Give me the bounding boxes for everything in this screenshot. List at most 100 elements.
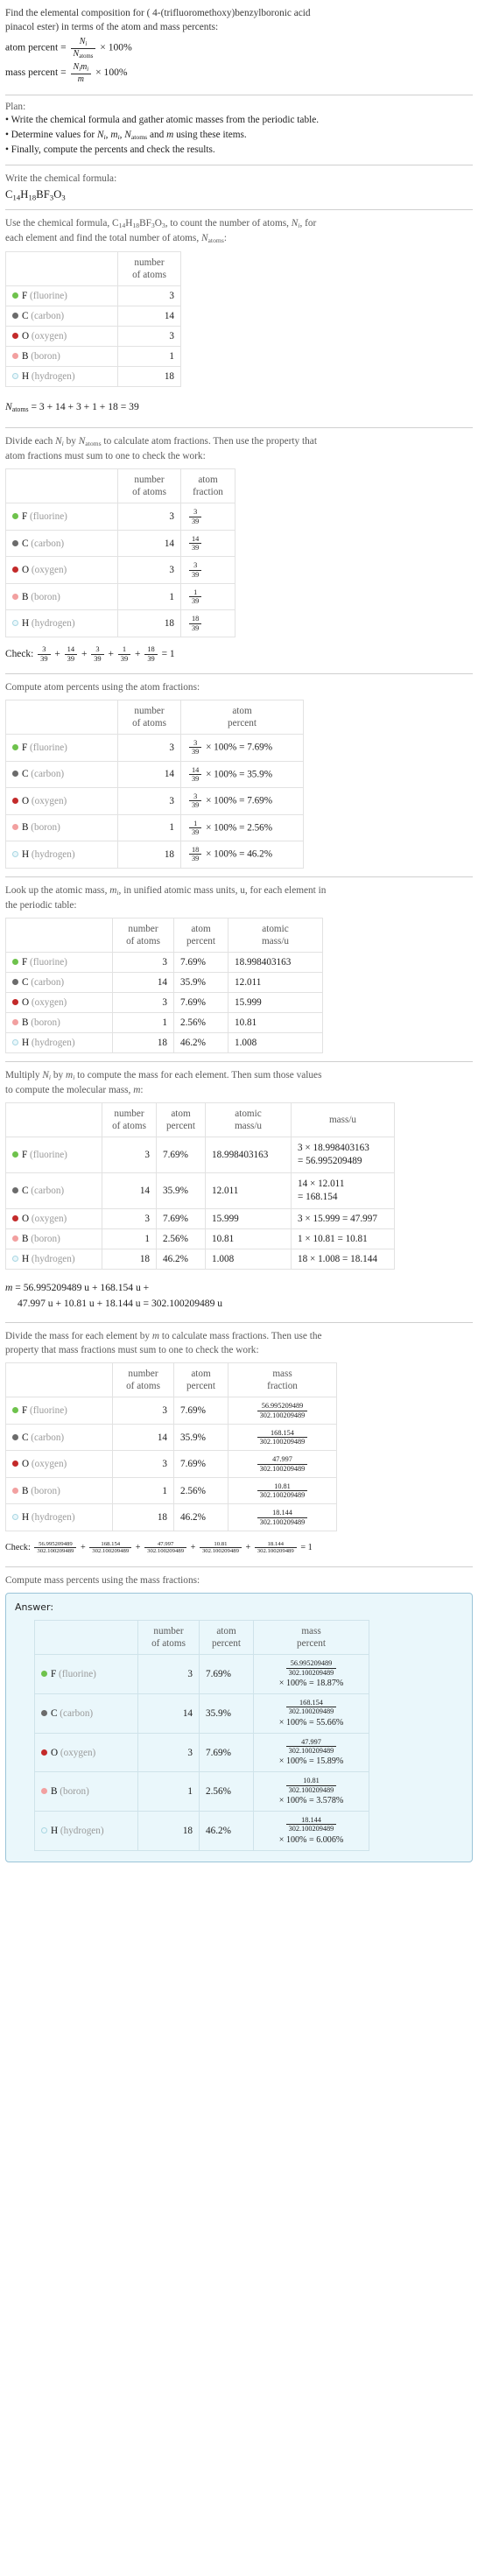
atom-count-value: 3: [117, 503, 181, 531]
header-number-of-atoms: number of atoms: [112, 1362, 174, 1398]
fraction-denominator: 39: [91, 653, 104, 663]
fraction-numerator: 168.154: [101, 1540, 121, 1547]
table-row: B (boron) 1: [5, 346, 181, 367]
element-color-dot-h: [12, 1256, 18, 1263]
element-color-dot-c: [12, 313, 18, 319]
element-cell-c: C (carbon): [34, 1693, 138, 1734]
header-line2: mass/u: [261, 935, 290, 947]
header-atom-percent: atom percent: [173, 917, 228, 953]
header-number-of-atoms: number of atoms: [117, 468, 181, 504]
mass-percent-table-body: F (fluorine) 3 7.69% 56.995209489 302.100…: [34, 1654, 369, 1851]
atom-percent-value: 2.56%: [173, 1011, 228, 1033]
fraction: 18 39: [189, 615, 202, 632]
element-name: (oxygen): [31, 565, 67, 576]
mass-expression: 1 × 10.81 = 10.81: [291, 1228, 395, 1250]
element-name: (boron): [60, 1786, 89, 1798]
header-line1: atomic: [262, 923, 289, 934]
fraction-denominator: 39: [189, 800, 202, 809]
element-symbol: C: [22, 1186, 29, 1197]
atom-count-value: 3: [112, 951, 174, 973]
header-line1: number: [134, 475, 165, 486]
answer-label: Answer:: [15, 1601, 54, 1614]
mass-percent-denominator: m: [70, 73, 92, 84]
fraction-numerator: 168.154: [299, 1699, 323, 1707]
fraction-denominator: 302.100209489: [285, 1707, 337, 1715]
element-cell-h: H (hydrogen): [34, 1810, 138, 1851]
header-line2: of atoms: [132, 270, 166, 280]
fraction-numerator: 3: [193, 792, 198, 801]
fraction-numerator: 14: [192, 765, 200, 774]
element-symbol: C: [22, 538, 29, 549]
fraction: 1 39: [189, 588, 202, 606]
fraction-numerator: 47.997: [301, 1737, 321, 1746]
element-color-dot-h: [12, 373, 18, 379]
header-line1: number: [134, 257, 165, 268]
fraction-denominator: 39: [64, 653, 78, 663]
element-color-dot-o: [12, 1215, 18, 1222]
molecular-mass-line2: 47.997 u + 10.81 u + 18.144 u = 302.1002…: [18, 1298, 223, 1310]
mass-percent-calculation: 47.997 302.100209489 × 100% = 15.89%: [253, 1732, 369, 1773]
atom-count-description: Use the chemical formula, C14H18BF3O3, t…: [5, 217, 317, 245]
check-term-o: 3 39: [91, 644, 104, 663]
element-cell-c: C (carbon): [5, 1172, 102, 1210]
header-blank: [5, 700, 118, 735]
table-row: H (hydrogen) 18 18 39: [5, 609, 235, 637]
fraction: 14 39: [189, 535, 202, 553]
table-row: B (boron) 1 2.56% 10.81 1 × 10.81 = 10.8…: [5, 1228, 395, 1250]
header-number-of-atoms: number of atoms: [112, 917, 174, 953]
element-symbol: C: [22, 1432, 29, 1443]
element-symbol: H: [22, 1037, 30, 1048]
mass-percent-label: mass percent =: [5, 67, 67, 79]
mass-fraction-value: 47.997 302.100209489: [228, 1450, 337, 1478]
element-symbol: B: [22, 1485, 29, 1496]
table-header-row: number of atoms atom percent mass percen…: [34, 1620, 369, 1656]
fraction-numerator: 3: [193, 561, 198, 570]
element-color-dot-o: [12, 1460, 18, 1467]
atom-fraction-value: 18 39: [180, 609, 235, 637]
table-row: O (oxygen) 3 7.69% 15.999 3 × 15.999 = 4…: [5, 1208, 395, 1230]
header-line1: number: [153, 1626, 184, 1637]
fraction-denominator: 39: [189, 854, 202, 862]
atomic-mass-value: 15.999: [205, 1208, 292, 1230]
atom-fraction-section: Divide each Ni by Natoms to calculate at…: [5, 428, 473, 673]
fraction-denominator: 302.100209489: [257, 1517, 308, 1526]
mass-fraction-section: Divide the mass for each element by m to…: [5, 1323, 473, 1566]
atom-count-value: 1: [117, 346, 181, 367]
fraction-numerator: 56.995209489: [39, 1540, 73, 1547]
header-line2: of atoms: [126, 1381, 160, 1392]
atom-count-value: 3: [117, 734, 181, 762]
mass-percent-result: × 100% = 3.578%: [278, 1795, 344, 1805]
element-color-dot-o: [12, 333, 18, 339]
table-row: F (fluorine) 3 7.69% 18.998403163: [5, 951, 323, 973]
mass-fraction-value: 168.154 302.100209489: [228, 1423, 337, 1452]
fraction: 14 39: [189, 765, 202, 784]
atom-percent-value: 35.9%: [173, 971, 228, 993]
answer-content: number of atoms atom percent mass percen…: [15, 1620, 463, 1851]
molecular-mass-sum: m = 56.995209489 u + 168.154 u + 47.997 …: [5, 1282, 223, 1310]
header-line2: percent: [212, 1638, 241, 1650]
atom-percent-value: 2.56%: [156, 1228, 206, 1250]
header-line2: percent: [186, 935, 215, 947]
atom-count-section: Use the chemical formula, C14H18BF3O3, t…: [5, 210, 473, 427]
element-symbol: C: [22, 769, 29, 780]
element-symbol: F: [22, 1405, 28, 1417]
element-mass-description: Multiply Ni by mi to compute the mass fo…: [5, 1069, 322, 1095]
atom-percent-value: 46.2%: [156, 1249, 206, 1270]
table-row: O (oxygen) 3: [5, 326, 181, 347]
atom-count-value: 1: [117, 813, 181, 842]
total-atoms-expression: = 3 + 14 + 3 + 1 + 18 = 39: [31, 401, 139, 412]
atom-count-table-body: F (fluorine) 3 C (carbon) 14 O (oxygen) 3 B…: [5, 285, 181, 387]
header-line1: atom: [191, 1369, 211, 1380]
fraction: 3 39: [189, 508, 202, 525]
mass-percent-heading: Compute mass percents using the mass fra…: [5, 1575, 200, 1587]
fraction: 168.154 302.100209489: [285, 1699, 337, 1716]
check-term-o: 47.997 302.100209489: [144, 1541, 187, 1555]
table-row: O (oxygen) 3 3 39 × 100% = 7.69%: [5, 787, 304, 815]
mass-percent-value: 3.578%: [316, 1795, 344, 1805]
header-blank: [5, 917, 113, 953]
mass-percent-calculation: 168.154 302.100209489 × 100% = 55.66%: [253, 1693, 369, 1734]
fraction: 47.997 302.100209489: [257, 1455, 308, 1473]
element-color-dot-o: [12, 567, 18, 574]
fraction: 3 39: [189, 561, 202, 579]
element-symbol: H: [22, 1512, 30, 1524]
